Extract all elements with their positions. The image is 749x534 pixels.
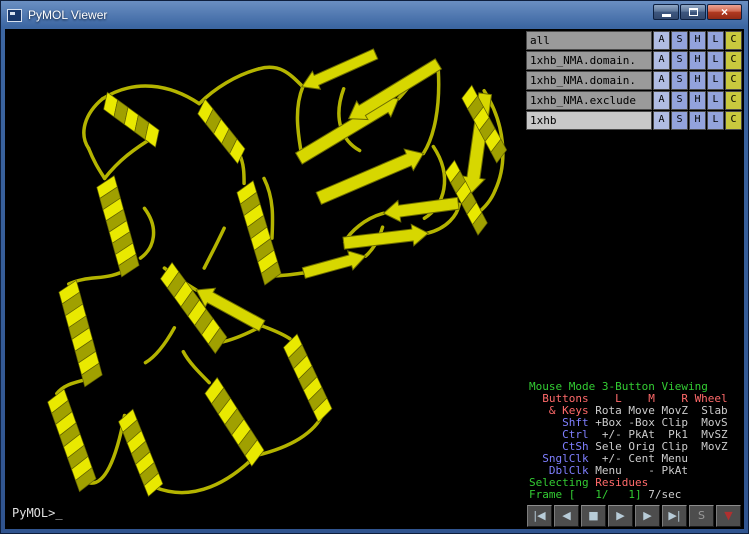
object-menu-h-button[interactable]: H <box>689 31 706 50</box>
play-button[interactable]: ▶ <box>608 505 633 527</box>
rewind-icon: |◀ <box>533 509 545 522</box>
object-menu-c-button[interactable]: C <box>725 31 742 50</box>
minimize-icon <box>662 14 671 17</box>
step-forward-icon: ▶ <box>643 509 651 522</box>
object-menu-h-button[interactable]: H <box>689 111 706 130</box>
object-menu-h-button[interactable]: H <box>689 71 706 90</box>
step-forward-button[interactable]: ▶ <box>635 505 660 527</box>
object-menu-h-button[interactable]: H <box>689 51 706 70</box>
object-menu-a-button[interactable]: A <box>653 71 670 90</box>
close-button[interactable]: × <box>707 4 742 20</box>
object-panel: allASHLC1xhb_NMA.domain.ASHLC1xhb_NMA.do… <box>526 31 742 131</box>
panel-spacer <box>526 131 742 379</box>
play-icon: ▶ <box>616 509 624 522</box>
object-row: 1xhb_NMA.domain.ASHLC <box>526 71 742 90</box>
mouse-matrix-panel: Mouse Mode 3-Button Viewing Buttons L M … <box>526 379 742 503</box>
object-menu-s-button[interactable]: S <box>671 31 688 50</box>
object-menu-h-button[interactable]: H <box>689 91 706 110</box>
end-icon: ▶| <box>668 509 680 522</box>
pymol-app-icon <box>7 9 22 22</box>
object-row: 1xhb_NMA.excludeASHLC <box>526 91 742 110</box>
object-menu-l-button[interactable]: L <box>707 51 724 70</box>
object-menu-c-button[interactable]: C <box>725 51 742 70</box>
minimize-button[interactable] <box>653 4 679 20</box>
viewport-3d[interactable]: PyMOL>_ <box>5 29 524 529</box>
object-menu-a-button[interactable]: A <box>653 91 670 110</box>
object-menu-s-button[interactable]: S <box>671 51 688 70</box>
object-menu-a-button[interactable]: A <box>653 111 670 130</box>
object-name[interactable]: all <box>526 31 652 50</box>
object-name[interactable]: 1xhb_NMA.exclude <box>526 91 652 110</box>
object-name[interactable]: 1xhb_NMA.domain. <box>526 51 652 70</box>
object-menu-l-button[interactable]: L <box>707 71 724 90</box>
window-title: PyMOL Viewer <box>28 8 107 22</box>
object-menu-c-button[interactable]: C <box>725 111 742 130</box>
scene-icon: S <box>698 509 705 522</box>
maximize-button[interactable] <box>680 4 706 20</box>
object-menu-s-button[interactable]: S <box>671 91 688 110</box>
object-name[interactable]: 1xhb <box>526 111 652 130</box>
pymol-window: PyMOL Viewer × PyMOL>_ allASHLC1xhb_NMA.… <box>0 0 749 534</box>
rewind-button[interactable]: |◀ <box>527 505 552 527</box>
stop-button[interactable]: ■ <box>581 505 606 527</box>
titlebar[interactable]: PyMOL Viewer × <box>1 1 748 29</box>
object-menu-l-button[interactable]: L <box>707 31 724 50</box>
object-row: 1xhbASHLC <box>526 111 742 130</box>
collapse-icon: ▼ <box>724 509 732 522</box>
frame-line: Frame [ 1/ 1] 7/sec <box>529 489 739 501</box>
object-menu-l-button[interactable]: L <box>707 91 724 110</box>
step-back-button[interactable]: ◀ <box>554 505 579 527</box>
maximize-icon <box>689 8 698 16</box>
window-controls: × <box>653 4 742 20</box>
collapse-button[interactable]: ▼ <box>716 505 741 527</box>
scene-button[interactable]: S <box>689 505 714 527</box>
object-menu-c-button[interactable]: C <box>725 91 742 110</box>
vcr-controls: |◀ ◀ ■ ▶ ▶ ▶| S ▼ <box>526 505 742 527</box>
object-row: allASHLC <box>526 31 742 50</box>
step-back-icon: ◀ <box>562 509 570 522</box>
object-menu-s-button[interactable]: S <box>671 111 688 130</box>
object-row: 1xhb_NMA.domain.ASHLC <box>526 51 742 70</box>
command-prompt[interactable]: PyMOL>_ <box>12 506 63 520</box>
stop-icon: ■ <box>588 509 598 522</box>
object-menu-a-button[interactable]: A <box>653 51 670 70</box>
protein-ribbon-graphic <box>5 29 524 529</box>
end-button[interactable]: ▶| <box>662 505 687 527</box>
object-menu-a-button[interactable]: A <box>653 31 670 50</box>
window-content: PyMOL>_ allASHLC1xhb_NMA.domain.ASHLC1xh… <box>5 29 744 529</box>
object-name[interactable]: 1xhb_NMA.domain. <box>526 71 652 90</box>
internal-gui-panel: allASHLC1xhb_NMA.domain.ASHLC1xhb_NMA.do… <box>524 29 744 529</box>
close-icon: × <box>721 5 728 19</box>
object-menu-l-button[interactable]: L <box>707 111 724 130</box>
object-menu-c-button[interactable]: C <box>725 71 742 90</box>
object-menu-s-button[interactable]: S <box>671 71 688 90</box>
